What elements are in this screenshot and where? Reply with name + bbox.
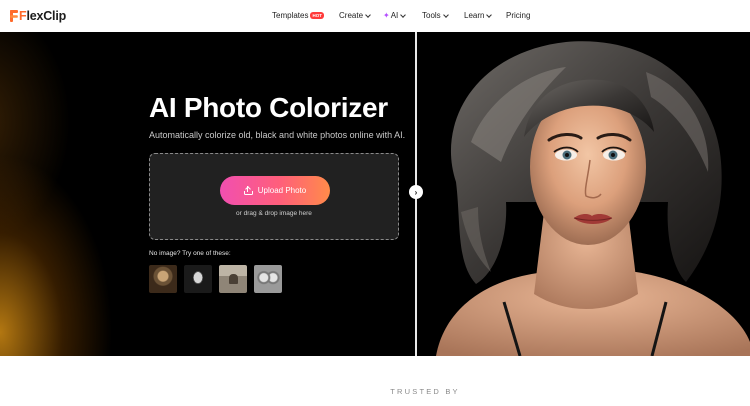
upload-dropzone[interactable]: Upload Photo or drag & drop image here: [149, 153, 399, 240]
drag-drop-hint: or drag & drop image here: [236, 210, 312, 217]
nav-ai-label: AI: [390, 11, 399, 20]
nav-create[interactable]: Create: [339, 11, 371, 20]
page-subtitle: Automatically colorize old, black and wh…: [149, 130, 406, 140]
chevron-down-icon: [486, 11, 493, 18]
colorized-portrait-image: [416, 32, 750, 356]
sample-image-1[interactable]: [149, 265, 177, 293]
sparkle-icon: ✦: [383, 11, 390, 20]
top-header: FlexClip Templates HOT Create ✦ AI Tools…: [0, 0, 750, 32]
upload-icon: [243, 185, 253, 195]
sample-image-2[interactable]: [184, 265, 212, 293]
nav-learn-label: Learn: [464, 11, 485, 20]
page-title: AI Photo Colorizer: [149, 92, 388, 123]
nav-tools[interactable]: Tools: [422, 11, 449, 20]
chevron-down-icon: [400, 11, 407, 18]
sample-image-3[interactable]: [219, 265, 247, 293]
upload-button-label: Upload Photo: [257, 186, 307, 195]
chevron-down-icon: [365, 11, 371, 18]
nav-ai[interactable]: ✦ AI: [383, 11, 407, 20]
hot-badge: HOT: [310, 12, 324, 19]
nav-pricing-label: Pricing: [506, 11, 531, 20]
flexclip-logo-icon: [10, 10, 18, 22]
portrait-illustration: [416, 32, 750, 356]
flexclip-logo[interactable]: FlexClip: [10, 8, 66, 24]
upload-photo-button[interactable]: Upload Photo: [220, 176, 330, 205]
nav-tools-label: Tools: [422, 11, 441, 20]
nav-templates-label: Templates: [272, 11, 309, 20]
nav-learn[interactable]: Learn: [464, 11, 493, 20]
logo-text: lexClip: [26, 9, 67, 23]
nav-templates[interactable]: Templates HOT: [272, 11, 324, 20]
chevron-down-icon: [442, 11, 449, 18]
compare-slider-handle[interactable]: ›: [409, 185, 423, 199]
sample-images-label: No image? Try one of these:: [149, 250, 231, 257]
hero-section: › AI Photo Colorizer Automatically color…: [0, 32, 750, 356]
nav-pricing[interactable]: Pricing: [506, 11, 530, 20]
sample-image-4[interactable]: [254, 265, 282, 293]
nav-create-label: Create: [339, 11, 364, 20]
chevron-right-icon: ›: [414, 187, 418, 197]
trusted-by-heading: TRUSTED BY: [390, 387, 460, 396]
